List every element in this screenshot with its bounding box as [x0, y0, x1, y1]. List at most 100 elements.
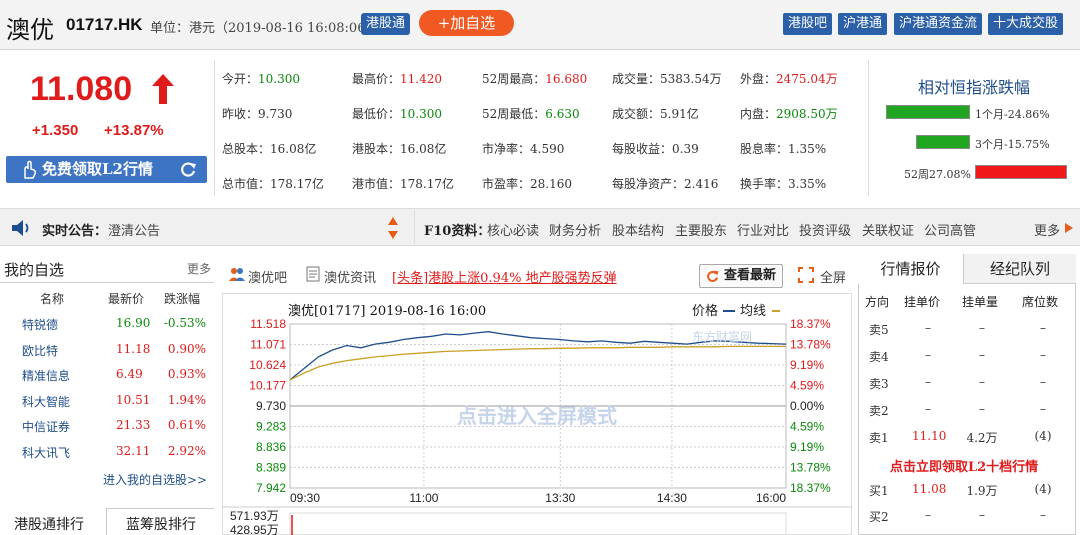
ob-seats: (4)	[1034, 429, 1052, 443]
stat-label: 股息率：	[740, 142, 789, 156]
ob-price: 11.10	[912, 429, 947, 443]
stat-item: 每股净资产：2.416	[612, 175, 718, 192]
tab-bluechip-ranking[interactable]: 蓝筹股排行	[126, 514, 196, 534]
x-tick: 11:00	[409, 491, 438, 505]
quote-divider	[214, 60, 215, 196]
intraday-chart[interactable]: 澳优[01717] 2019-08-16 16:00 价格 均线 11.518 1…	[222, 293, 852, 535]
average-line	[289, 345, 786, 381]
ob-seats: (4)	[1034, 482, 1052, 496]
y-right-tick: 18.37%	[790, 317, 831, 331]
ob-direction: 买1	[869, 484, 889, 498]
ob-volume: –	[979, 508, 985, 522]
f10-equity[interactable]: 股本结构	[612, 220, 664, 239]
ob-price: 11.08	[912, 482, 947, 496]
f10-rating[interactable]: 投资评级	[799, 220, 851, 239]
watchlist-stock-name[interactable]: 中信证券	[22, 418, 70, 435]
ob-col-price: 挂单价	[904, 295, 941, 309]
refresh-latest-button[interactable]: 查看最新	[699, 264, 783, 288]
stat-label: 总市值：	[222, 177, 271, 191]
watchlist-stock-name[interactable]: 特锐德	[22, 316, 58, 333]
f10-industry[interactable]: 行业对比	[737, 220, 789, 239]
stat-value: 9.730	[258, 107, 293, 121]
watchlist-stock-pct: -0.53%	[163, 316, 206, 330]
ob-price: –	[925, 348, 931, 362]
stat-value: 3.35%	[788, 177, 827, 191]
logo-watermark: 东方财富网	[692, 329, 752, 344]
enter-watchlist-link[interactable]: 进入我的自选股>>	[103, 471, 207, 488]
stat-item: 昨收：9.730	[222, 105, 292, 122]
watchlist-col-pct: 跌涨幅	[164, 292, 201, 306]
watchlist-stock-price: 10.51	[116, 392, 151, 407]
watchlist-stock-price: 16.90	[116, 316, 151, 330]
hgt-fund-flow-link[interactable]: 沪港通资金流	[894, 13, 983, 35]
refresh-icon	[707, 270, 719, 282]
hsi-relative-title: 相对恒指涨跌幅	[918, 78, 1031, 97]
stock-news-link[interactable]: 澳优资讯	[324, 267, 376, 286]
watchlist-divider	[0, 282, 214, 283]
stat-value: 16.08亿	[270, 142, 317, 156]
stock-code: 01717.HK	[66, 15, 143, 34]
x-tick: 13:30	[545, 491, 575, 505]
watchlist-more-link[interactable]: 更多	[187, 260, 211, 277]
watchlist-stock-name[interactable]: 精准信息	[22, 367, 70, 384]
ob-price: –	[925, 375, 931, 389]
fullscreen-icon[interactable]	[798, 267, 814, 283]
watchlist-stock-name[interactable]: 欧比特	[22, 342, 58, 359]
notice-label: 实时公告：	[42, 224, 108, 239]
f10-executives[interactable]: 公司高管	[924, 220, 976, 239]
watchlist-stock-name[interactable]: 科大讯飞	[22, 444, 70, 461]
y-left-tick: 11.071	[250, 338, 286, 352]
notice-link[interactable]: 澄清公告	[108, 220, 160, 239]
hand-pointer-icon	[24, 160, 37, 179]
guba-link[interactable]: 港股吧	[783, 13, 833, 35]
stat-item: 总股本：16.08亿	[222, 140, 316, 157]
l2-ten-level-link[interactable]: 点击立即领取L2十档行情	[890, 456, 1038, 475]
tab-broker-queue[interactable]: 经纪队列	[964, 254, 1076, 284]
y-right-tick: 13.78%	[790, 338, 831, 352]
volume-area	[289, 512, 787, 535]
hsi-bar-label: 1个月-24.86%	[975, 108, 1050, 121]
watchlist-col-name: 名称	[40, 292, 65, 306]
top-ten-link[interactable]: 十大成交股	[988, 13, 1064, 35]
stock-guba-link[interactable]: 澳优吧	[248, 267, 287, 286]
watchlist-col-price: 最新价	[108, 292, 145, 306]
stat-label: 最低价：	[352, 107, 401, 121]
f10-financial[interactable]: 财务分析	[549, 220, 601, 239]
stat-item: 外盘：2475.04万	[740, 70, 838, 87]
ob-direction: 买2	[869, 510, 889, 524]
ob-col-direction: 方向	[865, 295, 890, 309]
ggt-badge[interactable]: 港股通	[361, 13, 411, 35]
stat-item: 成交量：5383.54万	[612, 70, 722, 87]
y-left-tick: 8.389	[256, 461, 286, 475]
fullscreen-link[interactable]: 全屏	[820, 267, 846, 286]
stat-item: 成交额：5.91亿	[612, 105, 699, 122]
headline-link[interactable]: [头条]港股上涨0.94% 地产股强势反弹	[392, 267, 617, 286]
scroll-updown-icon[interactable]	[387, 215, 399, 241]
price-change-percent: +13.87%	[104, 122, 164, 139]
y-right-tick: 4.59%	[790, 379, 824, 393]
ob-price: –	[925, 321, 931, 335]
y-right-tick: 18.37%	[790, 481, 831, 495]
tab-quote[interactable]: 行情报价	[858, 254, 964, 284]
free-l2-button[interactable]: 免费领取L2行情	[6, 156, 207, 183]
stat-label: 成交量：	[612, 72, 661, 86]
ob-direction: 卖4	[869, 350, 889, 364]
tab-ggt-ranking[interactable]: 港股通排行	[14, 514, 84, 534]
watchlist-stock-name[interactable]: 科大智能	[22, 393, 70, 410]
x-tick: 14:30	[657, 491, 687, 505]
volume-label-mid: 428.95万	[230, 523, 279, 535]
hsi-bar-positive	[975, 165, 1067, 179]
add-to-watchlist-button[interactable]: +加自选	[419, 10, 514, 36]
watchlist-stock-pct: 1.94%	[167, 392, 206, 407]
f10-core[interactable]: 核心必读	[487, 220, 539, 239]
f10-shareholders[interactable]: 主要股东	[675, 220, 727, 239]
f10-more-link[interactable]: 更多	[1034, 220, 1060, 239]
stat-label: 52周最低：	[482, 107, 546, 121]
ob-volume: 4.2万	[966, 431, 998, 445]
hgt-link[interactable]: 沪港通	[838, 13, 888, 35]
ob-direction: 卖1	[869, 431, 889, 445]
stat-label: 最高价：	[352, 72, 401, 86]
f10-warrants[interactable]: 关联权证	[862, 220, 914, 239]
stat-value: 4.590	[530, 142, 565, 156]
hsi-bar-label: 52周27.08%	[904, 168, 971, 181]
